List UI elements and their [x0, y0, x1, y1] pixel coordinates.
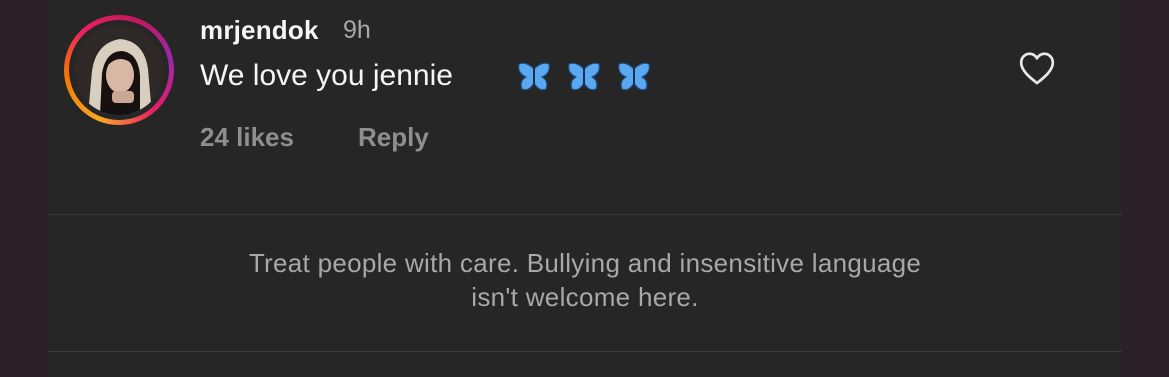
section-divider [48, 214, 1122, 215]
story-ring[interactable] [64, 15, 174, 125]
notice-line-1: Treat people with care. Bullying and ins… [248, 248, 922, 278]
username[interactable]: mrjendok [200, 15, 319, 46]
comment-panel: mrjendok 9h We love you jennie 24 likes … [48, 0, 1122, 377]
notice-line-2: isn't welcome here. [471, 282, 699, 312]
timestamp: 9h [343, 16, 371, 44]
like-count[interactable]: 24 likes [200, 122, 294, 153]
reply-button[interactable]: Reply [358, 122, 429, 153]
comment-text: We love you jennie [200, 59, 453, 92]
butterfly-icon [518, 62, 550, 91]
section-divider [48, 351, 1122, 352]
screen-frame: mrjendok 9h We love you jennie 24 likes … [0, 0, 1169, 377]
butterfly-icon [618, 62, 650, 91]
butterfly-icon [568, 62, 600, 91]
community-notice: Treat people with care. Bullying and ins… [48, 246, 1122, 314]
avatar-photo [74, 25, 164, 115]
avatar[interactable] [74, 25, 164, 115]
emoji-group [516, 59, 652, 95]
heart-outline-icon[interactable] [1018, 50, 1056, 86]
